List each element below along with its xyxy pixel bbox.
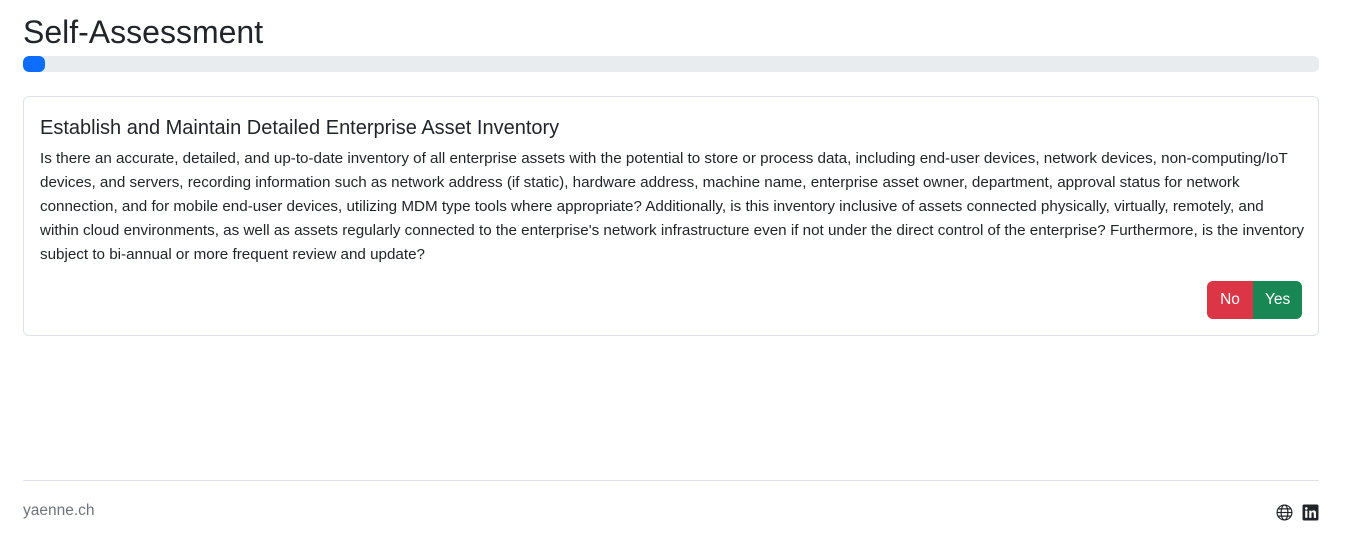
page: Self-Assessment Establish and Maintain D…: [0, 0, 1349, 551]
footer-divider: [23, 480, 1319, 481]
yes-button[interactable]: Yes: [1253, 281, 1302, 319]
progress-bar: [23, 56, 46, 72]
linkedin-icon[interactable]: [1301, 503, 1319, 521]
no-button[interactable]: No: [1207, 281, 1253, 319]
progress-track: [23, 56, 1319, 72]
footer-icons: [1275, 503, 1319, 521]
answer-button-group: No Yes: [1207, 281, 1302, 319]
question-title: Establish and Maintain Detailed Enterpri…: [40, 117, 560, 139]
question-card: Establish and Maintain Detailed Enterpri…: [23, 96, 1319, 336]
question-text: Is there an accurate, detailed, and up-t…: [40, 150, 1305, 263]
page-title: Self-Assessment: [23, 14, 264, 50]
globe-icon[interactable]: [1275, 503, 1293, 521]
footer-brand: yaenne.ch: [23, 502, 95, 519]
